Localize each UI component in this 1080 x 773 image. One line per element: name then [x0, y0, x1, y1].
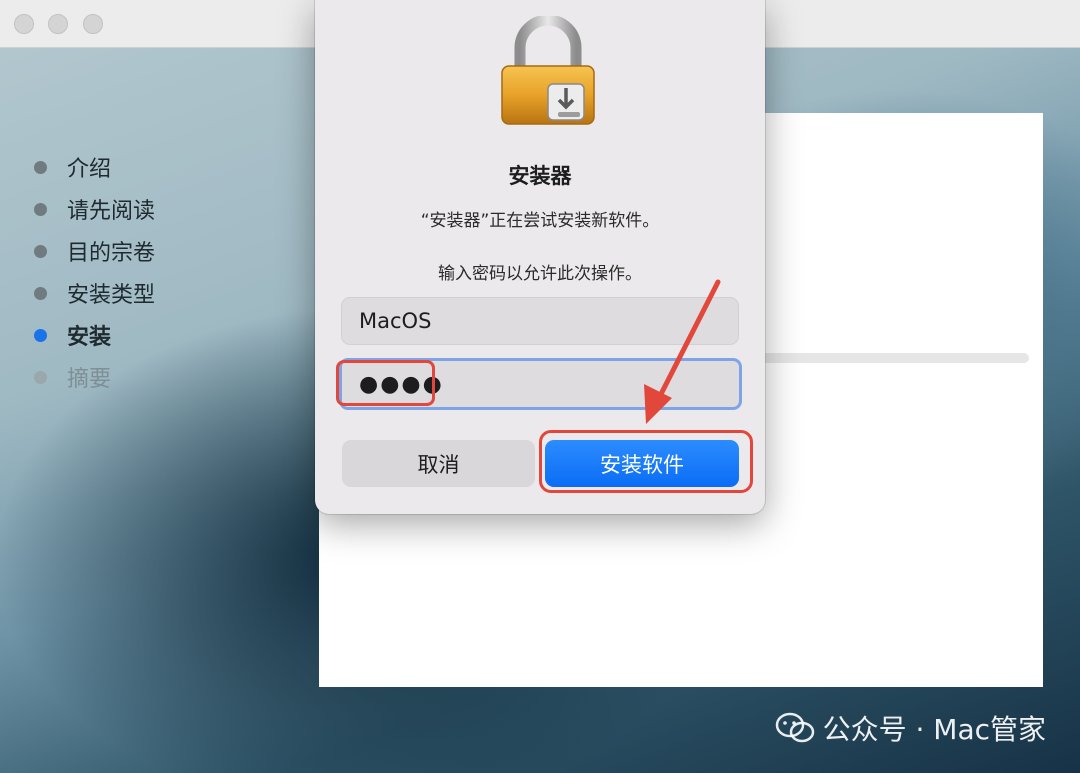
step-bullet — [34, 328, 47, 342]
password-highlight-annotation — [336, 360, 435, 406]
zoom-window-button[interactable] — [83, 14, 103, 34]
step-install: 安装 — [34, 314, 155, 356]
install-progress-bar — [742, 353, 1029, 363]
step-destination: 目的宗卷 — [34, 230, 155, 272]
installer-steps: 介绍 请先阅读 目的宗卷 安装类型 安装 摘要 — [34, 146, 155, 398]
cancel-button[interactable]: 取消 — [342, 440, 535, 487]
watermark: 公众号 · Mac管家 — [775, 708, 1046, 748]
step-install-type: 安装类型 — [34, 272, 155, 314]
step-bullet — [34, 202, 47, 216]
step-label: 目的宗卷 — [67, 241, 156, 266]
step-intro: 介绍 — [34, 146, 155, 188]
annotation-arrow-icon — [644, 279, 721, 424]
dialog-message: “安装器”正在尝试安装新软件。 — [420, 211, 660, 231]
step-bullet — [34, 370, 47, 384]
step-label: 安装类型 — [67, 283, 156, 308]
dialog-title: 安装器 — [508, 164, 572, 188]
step-bullet — [34, 286, 47, 300]
step-read-me: 请先阅读 — [34, 188, 155, 230]
lock-icon — [501, 16, 595, 125]
step-label: 介绍 — [67, 157, 112, 182]
wechat-icon — [775, 712, 814, 743]
watermark-text: 公众号 · Mac管家 — [822, 713, 1046, 746]
close-window-button[interactable] — [14, 14, 34, 34]
step-bullet — [34, 160, 47, 174]
step-label: 请先阅读 — [67, 199, 156, 224]
minimize-window-button[interactable] — [48, 14, 68, 34]
username-value: MacOS — [359, 309, 432, 333]
step-label: 安装 — [67, 325, 112, 350]
install-button-highlight-annotation — [539, 430, 753, 493]
step-summary: 摘要 — [34, 356, 155, 398]
step-label: 摘要 — [67, 367, 112, 392]
step-bullet — [34, 244, 47, 258]
